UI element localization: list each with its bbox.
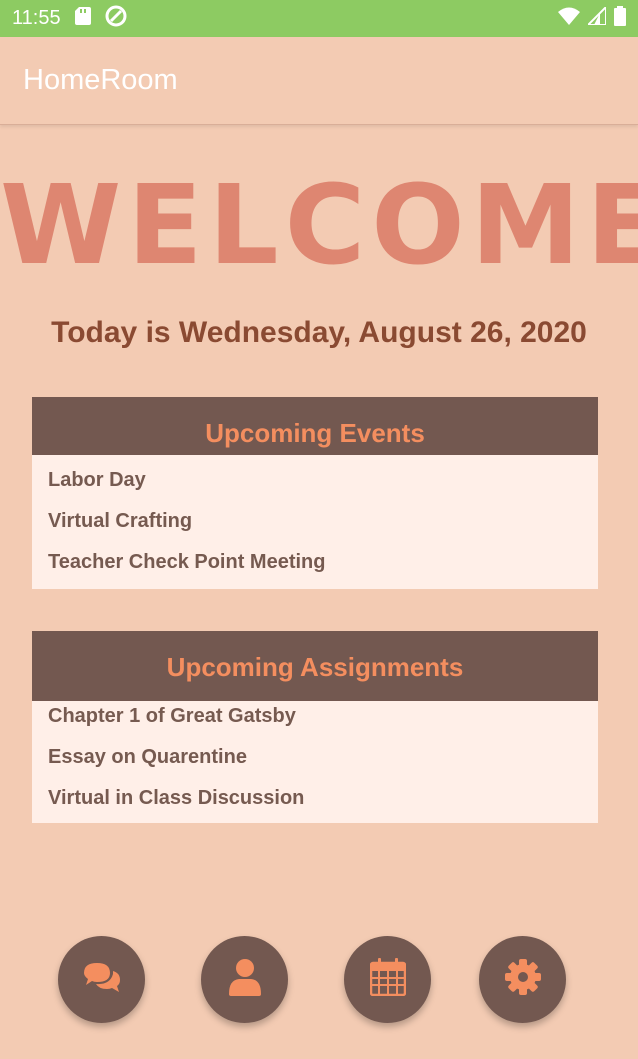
chat-button[interactable] [58,936,145,1023]
gear-icon [504,958,542,1001]
status-bar: 11:55 [0,0,638,37]
upcoming-assignments-card: Upcoming Assignments Chapter 1 of Great … [32,631,598,823]
wifi-icon [558,7,580,31]
signal-icon [585,4,607,31]
welcome-heading: WELCOME [0,161,638,289]
event-item[interactable]: Virtual Crafting [48,501,598,542]
sd-card-icon [74,6,91,31]
upcoming-assignments-title: Upcoming Assignments [32,631,598,701]
event-item[interactable]: Teacher Check Point Meeting [48,542,598,583]
assignment-item[interactable]: Virtual in Class Discussion [48,778,598,819]
chat-bubbles-icon [82,961,122,998]
assignment-item[interactable]: Essay on Quarentine [48,737,598,778]
app-title: HomeRoom [23,64,178,96]
calendar-icon [369,958,406,1001]
profile-button[interactable] [201,936,288,1023]
app-bar: HomeRoom [0,37,638,125]
assignment-item[interactable]: Chapter 1 of Great Gatsby [48,696,598,737]
person-icon [228,958,262,1001]
status-time: 11:55 [12,7,61,29]
battery-icon [614,5,626,32]
calendar-button[interactable] [344,936,431,1023]
settings-button[interactable] [479,936,566,1023]
event-item[interactable]: Labor Day [48,460,598,501]
events-list: Labor Day Virtual Crafting Teacher Check… [32,455,598,583]
sync-icon [105,5,127,33]
today-date: Today is Wednesday, August 26, 2020 [51,316,587,349]
upcoming-events-card: Upcoming Events Labor Day Virtual Crafti… [32,397,598,589]
upcoming-events-title: Upcoming Events [32,397,598,455]
assignments-list: Chapter 1 of Great Gatsby Essay on Quare… [32,696,598,819]
